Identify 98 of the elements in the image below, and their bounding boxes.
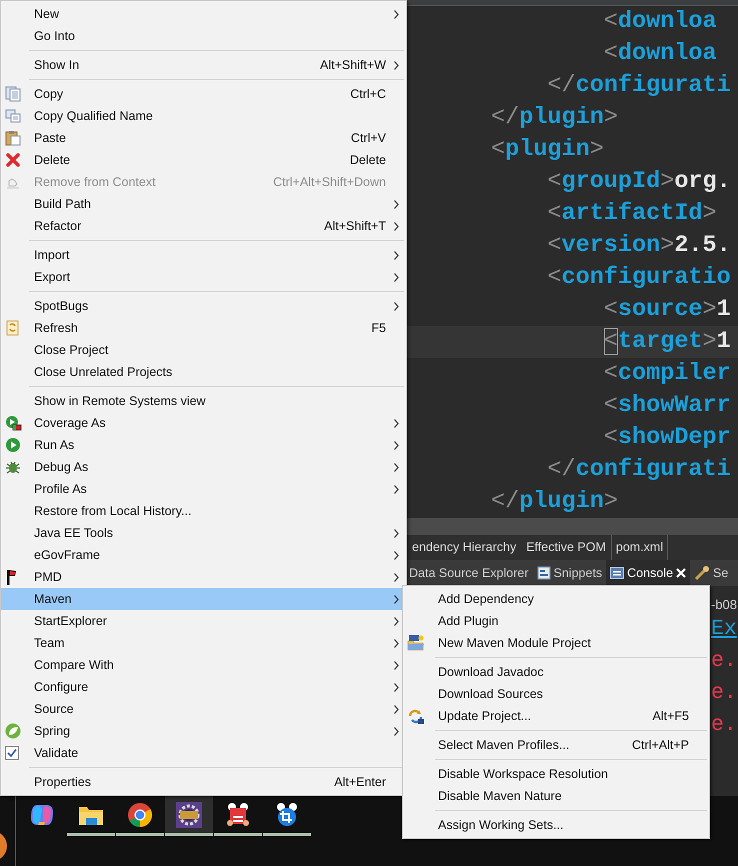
bug-icon (5, 459, 21, 475)
shortcut-label: Alt+F5 (652, 708, 689, 725)
shortcut-label: Ctrl+C (350, 86, 386, 103)
menu-item[interactable]: Disable Workspace Resolution (403, 763, 709, 785)
menu-item[interactable]: Close Unrelated Projects (1, 361, 406, 383)
menu-item[interactable]: Import (1, 244, 406, 266)
menu-item[interactable]: Compare With (1, 654, 406, 676)
menu-item[interactable]: Configure (1, 676, 406, 698)
menu-item[interactable]: Copy Qualified Name (1, 105, 406, 127)
menu-item[interactable]: Disable Maven Nature (403, 785, 709, 807)
shortcut-label: Ctrl+V (350, 130, 386, 147)
code-line: <plugin> (491, 135, 604, 165)
menu-item[interactable]: Show in Remote Systems view (1, 390, 406, 412)
menu-item[interactable]: Go Into (1, 25, 406, 47)
shortcut-label: Alt+Shift+T (324, 218, 386, 235)
leaf-icon (5, 723, 21, 739)
code-line: <showWarr (604, 391, 731, 421)
menu-item[interactable]: Select Maven Profiles... Ctrl+Alt+P (403, 734, 709, 756)
document-icon (226, 802, 250, 828)
view-tab[interactable]: Data Source Explorer (405, 560, 533, 586)
console-icon (610, 567, 624, 579)
wrench-icon (694, 565, 710, 581)
shortcut-label: Alt+Enter (334, 774, 386, 791)
console-text: e. (711, 712, 738, 739)
shortcut-label: Delete (350, 152, 386, 169)
console-text: e. (711, 648, 738, 675)
menu-item[interactable]: Add Plugin (403, 610, 709, 632)
code-line: <version>2.5. (547, 231, 731, 261)
menu-item[interactable]: Show In Alt+Shift+W (1, 54, 406, 76)
code-line: </configurati (547, 455, 731, 485)
code-line: <source>1 (604, 295, 731, 325)
copy-icon (5, 108, 21, 124)
console-text: -b08 (711, 597, 738, 613)
shortcut-label: Ctrl+Alt+P (632, 736, 689, 754)
sync-icon (407, 708, 425, 724)
menu-item[interactable]: SpotBugs (1, 295, 406, 317)
editor-tab[interactable]: endency Hierarchy (407, 535, 522, 560)
menu-item[interactable]: Team (1, 632, 406, 654)
menu-item[interactable]: eGovFrame (1, 544, 406, 566)
code-line: <downloa (604, 7, 717, 37)
checkbox-icon (5, 746, 19, 760)
shortcut-label: Ctrl+Alt+Shift+Down (273, 174, 386, 191)
menu-item[interactable]: Copy Ctrl+C (1, 83, 406, 105)
taskbar-button[interactable] (165, 796, 213, 836)
code-line: <groupId>org. (547, 167, 731, 197)
menu-item[interactable]: Coverage As (1, 412, 406, 434)
menu-item[interactable]: Download Sources (403, 683, 709, 705)
code-line: </plugin> (491, 487, 618, 517)
menu-item[interactable]: New Maven Module Project (403, 632, 709, 654)
menu-item[interactable]: Run As (1, 434, 406, 456)
browser-icon (127, 802, 153, 828)
copy-icon (5, 86, 21, 102)
maven-folder-icon (407, 635, 425, 651)
shortcut-label: Alt+Shift+W (320, 56, 386, 74)
menu-item[interactable]: Update Project... Alt+F5 (403, 705, 709, 727)
close-icon[interactable] (676, 568, 686, 578)
editor-tab[interactable]: Effective POM (521, 535, 611, 560)
menu-item[interactable]: Add Dependency (403, 588, 709, 610)
refresh-icon (5, 320, 21, 336)
menu-item[interactable]: Close Project (1, 339, 406, 361)
menu-item[interactable]: Profile As (1, 478, 406, 500)
menu-item[interactable]: Java EE Tools (1, 522, 406, 544)
coverage-icon (5, 415, 22, 431)
console-text: e. (711, 680, 738, 707)
run-icon (5, 437, 21, 453)
code-line: <artifactId> (547, 199, 717, 229)
menu-item[interactable]: Validate (1, 742, 406, 764)
console-link[interactable]: Ex (711, 613, 738, 645)
snippets-icon (536, 566, 551, 580)
menu-item[interactable]: Assign Working Sets... (403, 814, 709, 836)
view-tab[interactable]: Console (606, 560, 690, 586)
code-line: </plugin> (491, 103, 618, 133)
code-line: <showDepr (604, 423, 731, 453)
code-line: <target>1 (604, 327, 731, 357)
crop-icon (275, 802, 299, 828)
menu-item[interactable]: New (1, 3, 406, 25)
menu-item[interactable]: Refresh F5 (1, 317, 406, 339)
menu-item[interactable]: Download Javadoc (403, 661, 709, 683)
menu-item[interactable]: Delete Delete (1, 149, 406, 171)
code-line: </configurati (547, 71, 731, 101)
menu-item[interactable]: Build Path (1, 193, 406, 215)
code-line: <compiler (604, 359, 731, 389)
menu-item[interactable]: Restore from Local History... (1, 500, 406, 522)
menu-item[interactable]: Export (1, 266, 406, 288)
delete-icon (5, 152, 21, 168)
gear-icon (176, 802, 202, 828)
menu-item[interactable]: Refactor Alt+Shift+T (1, 215, 406, 237)
menu-item[interactable]: Debug As (1, 456, 406, 478)
paste-icon (5, 130, 21, 146)
shortcut-label: F5 (371, 320, 386, 337)
menu-item[interactable]: Source (1, 698, 406, 720)
menu-item[interactable]: StartExplorer (1, 610, 406, 632)
flag-icon (5, 569, 17, 585)
view-tab[interactable]: Se (690, 560, 732, 586)
code-line: <configuratio (547, 263, 731, 293)
menu-item[interactable]: Properties Alt+Enter (1, 771, 406, 793)
code-line: <downloa (604, 39, 717, 69)
menu-item[interactable]: Paste Ctrl+V (1, 127, 406, 149)
